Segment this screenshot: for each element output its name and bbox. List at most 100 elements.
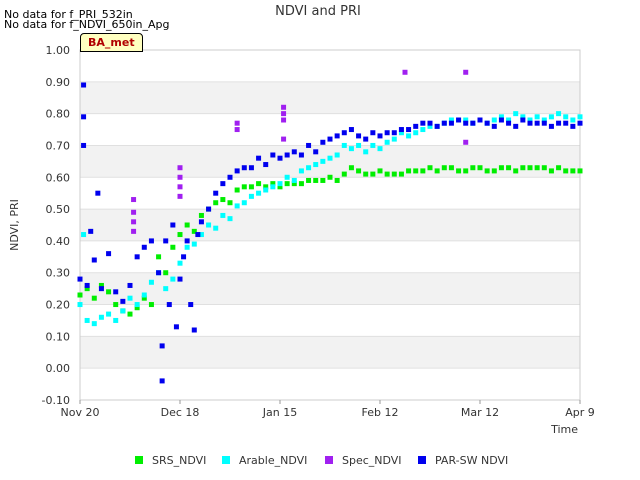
data-point <box>284 174 290 180</box>
data-point <box>220 212 226 218</box>
data-point <box>227 216 233 222</box>
grid-band <box>80 272 580 305</box>
data-point <box>463 69 469 75</box>
grid-band <box>80 336 580 369</box>
data-point <box>220 197 226 203</box>
data-point <box>131 228 137 234</box>
data-point <box>341 130 347 136</box>
data-point <box>513 123 519 129</box>
data-point <box>81 82 87 88</box>
data-point <box>563 120 569 126</box>
data-point <box>484 120 490 126</box>
data-point <box>341 171 347 177</box>
data-point <box>113 302 119 308</box>
data-point <box>370 130 376 136</box>
ndvi-pri-chart: -0.100.000.100.200.300.400.500.600.700.8… <box>8 4 595 467</box>
data-point <box>120 308 126 314</box>
y-tick-label: 0.10 <box>46 330 71 343</box>
data-point <box>413 123 419 129</box>
data-point <box>534 114 540 120</box>
data-point <box>120 298 126 304</box>
legend-swatch <box>418 456 426 464</box>
data-point <box>281 117 287 123</box>
data-point <box>88 228 94 234</box>
grid-band <box>80 209 580 241</box>
data-point <box>177 232 183 238</box>
y-tick-label: 0.00 <box>46 362 71 375</box>
data-point <box>220 181 226 187</box>
grid-band <box>80 368 580 400</box>
data-point <box>156 270 162 276</box>
data-point <box>263 187 269 193</box>
grid-band <box>80 81 580 114</box>
data-point <box>420 120 426 126</box>
data-point <box>148 279 154 285</box>
data-point <box>498 117 504 123</box>
data-point <box>320 158 326 164</box>
data-point <box>448 165 454 171</box>
data-point <box>491 123 497 129</box>
site-tag: BA_met <box>80 33 143 52</box>
data-point <box>470 165 476 171</box>
grid-band <box>80 240 580 273</box>
grid-band <box>80 50 580 82</box>
data-point <box>106 289 112 295</box>
data-point <box>77 302 83 308</box>
data-point <box>377 133 383 139</box>
data-point <box>198 219 204 225</box>
legend-swatch <box>325 456 333 464</box>
data-point <box>570 168 576 174</box>
data-point <box>420 168 426 174</box>
data-point <box>413 130 419 136</box>
data-point <box>577 120 583 126</box>
data-point <box>134 254 140 260</box>
data-point <box>441 120 447 126</box>
data-point <box>534 120 540 126</box>
data-point <box>95 190 101 196</box>
data-point <box>141 292 147 298</box>
data-point <box>241 200 247 206</box>
data-point <box>263 162 269 168</box>
data-point <box>234 120 240 126</box>
data-point <box>113 289 119 295</box>
data-point <box>541 165 547 171</box>
x-tick-labels: Nov 20 Dec 18 Jan 15 Feb 12 Mar 12 Apr 9 <box>61 400 595 419</box>
data-point <box>81 142 87 148</box>
data-point <box>281 104 287 110</box>
data-point <box>131 197 137 203</box>
y-tick-label: 0.80 <box>46 108 71 121</box>
data-point <box>256 155 262 161</box>
data-point <box>463 120 469 126</box>
data-point <box>406 168 412 174</box>
data-point <box>498 165 504 171</box>
data-point <box>348 127 354 133</box>
data-point <box>441 165 447 171</box>
data-point <box>356 133 362 139</box>
data-point <box>163 270 169 276</box>
data-point <box>384 130 390 136</box>
x-axis-label: Time <box>550 423 578 436</box>
data-point <box>334 177 340 183</box>
y-tick-label: 0.90 <box>46 76 71 89</box>
data-point <box>306 165 312 171</box>
data-point <box>106 311 112 317</box>
data-point <box>320 177 326 183</box>
data-point <box>556 120 562 126</box>
data-point <box>306 177 312 183</box>
data-point <box>463 139 469 145</box>
data-point <box>363 149 369 155</box>
data-point <box>131 219 137 225</box>
data-point <box>84 282 90 288</box>
grid-band <box>80 145 580 178</box>
data-point <box>241 165 247 171</box>
legend-label: SRS_NDVI <box>152 454 206 467</box>
data-point <box>270 184 276 190</box>
data-point <box>234 168 240 174</box>
data-point <box>77 276 83 282</box>
data-point <box>270 152 276 158</box>
data-point <box>434 168 440 174</box>
data-point <box>163 286 169 292</box>
data-point <box>377 168 383 174</box>
data-point <box>491 117 497 123</box>
data-point <box>298 152 304 158</box>
